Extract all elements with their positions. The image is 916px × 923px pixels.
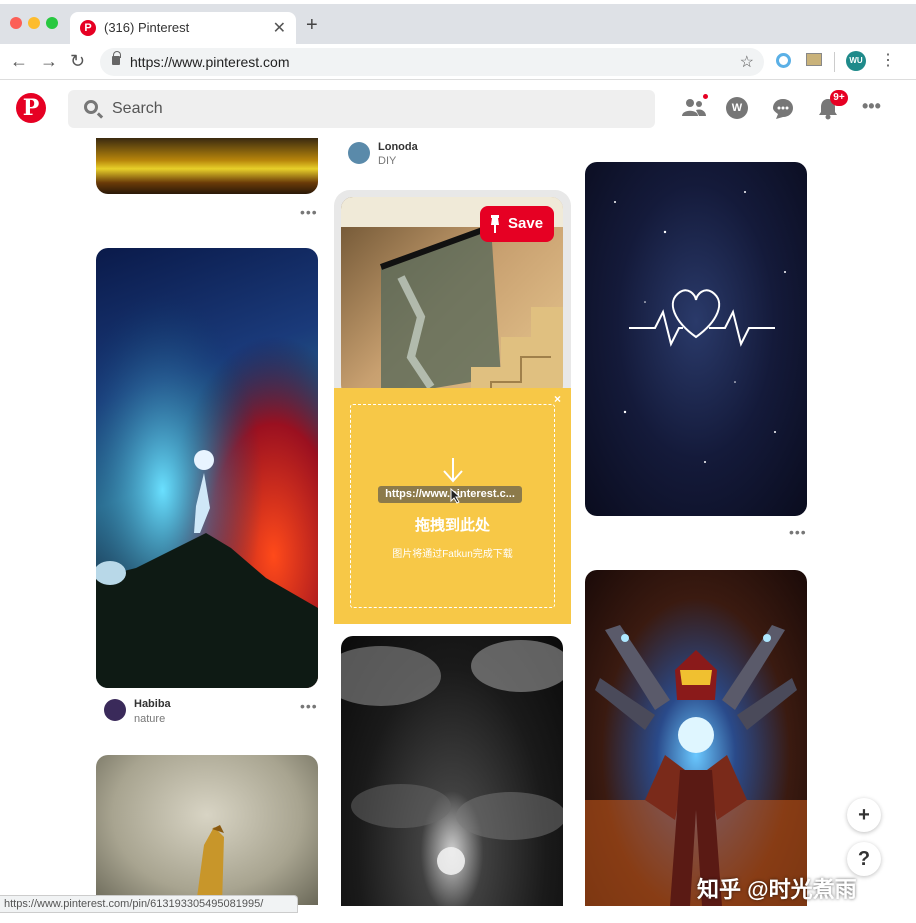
notification-badge: 9+ <box>830 90 848 106</box>
pinterest-logo-icon[interactable]: P <box>16 93 46 123</box>
drop-zone-title: 拖拽到此处 <box>414 517 490 534</box>
habiba-avatar[interactable] <box>104 699 126 721</box>
address-bar[interactable]: https://www.pinterest.com ☆ <box>100 48 764 76</box>
pin-user-name[interactable]: Lonoda <box>378 141 418 153</box>
tab-close-button[interactable]: ✕ <box>273 18 286 38</box>
add-pin-button[interactable]: + <box>847 798 881 832</box>
reload-icon[interactable]: ↻ <box>70 51 85 72</box>
pinterest-header: P Search <box>0 80 916 138</box>
download-arrow-icon <box>443 458 463 483</box>
minimize-window-button[interactable] <box>28 17 40 29</box>
save-button-label: Save <box>508 215 544 232</box>
lonoda-avatar[interactable] <box>348 142 370 164</box>
toolbar-divider <box>834 52 835 72</box>
drop-zone-close-button[interactable]: × <box>554 392 561 406</box>
browser-toolbar: ← → ↻ https://www.pinterest.com ☆ WU ⋮ <box>0 44 916 80</box>
lock-icon <box>112 51 121 65</box>
zhihu-watermark: 知乎 @时光煮雨 <box>697 877 857 902</box>
url-text: https://www.pinterest.com <box>130 54 290 70</box>
pin-mountain-moon[interactable] <box>96 248 318 688</box>
profile-avatar[interactable]: W <box>726 97 748 119</box>
tab-strip: P (316) Pinterest ✕ + <box>0 4 916 44</box>
search-icon <box>84 100 98 114</box>
pin-dark-clouds[interactable] <box>341 636 563 906</box>
maximize-window-button[interactable] <box>46 17 58 29</box>
search-input[interactable]: Search <box>68 90 655 128</box>
browser-menu-icon[interactable]: ⋮ <box>880 50 896 70</box>
save-button[interactable]: Save <box>480 206 554 242</box>
pin-heartbeat-galaxy[interactable] <box>585 162 807 516</box>
drop-zone-subtitle: 图片将通过Fatkun完成下载 <box>392 549 513 560</box>
drop-zone-border <box>350 404 555 608</box>
close-window-button[interactable] <box>10 17 22 29</box>
pinterest-favicon-icon: P <box>80 20 96 36</box>
fatkun-drop-zone[interactable] <box>334 388 571 624</box>
fatkun-extension-icon[interactable] <box>806 53 822 66</box>
browser-profile-avatar[interactable]: WU <box>846 51 866 71</box>
link-status-bar: https://www.pinterest.com/pin/6131933054… <box>0 895 298 913</box>
pin-iron-man[interactable] <box>585 570 807 906</box>
new-tab-button[interactable]: + <box>306 14 318 37</box>
pin-golden-bird[interactable] <box>96 755 318 905</box>
help-button[interactable]: ? <box>847 842 881 876</box>
pin-more-icon[interactable]: ••• <box>789 524 807 540</box>
pin-board-name[interactable]: DIY <box>378 155 396 167</box>
browser-window: P (316) Pinterest ✕ + ← → ↻ https://www.… <box>0 0 916 923</box>
forward-arrow-icon[interactable]: → <box>40 51 58 72</box>
pin-more-icon[interactable]: ••• <box>300 204 318 220</box>
tab-title: (316) Pinterest <box>104 20 190 35</box>
search-placeholder: Search <box>112 100 163 117</box>
more-options-icon[interactable]: ••• <box>862 96 881 117</box>
pin-user-name[interactable]: Habiba <box>134 698 171 710</box>
activity-dot <box>703 94 708 99</box>
pushpin-icon <box>491 215 499 233</box>
back-arrow-icon[interactable]: ← <box>10 51 28 72</box>
pin-more-icon[interactable]: ••• <box>300 698 318 714</box>
messages-icon[interactable] <box>772 98 794 120</box>
tab-pinterest[interactable]: P (316) Pinterest ✕ <box>70 12 296 44</box>
extension-ring-icon[interactable] <box>776 53 791 68</box>
pin-fantasy-forest[interactable] <box>96 138 318 194</box>
pin-board-name[interactable]: nature <box>134 713 165 725</box>
mouse-cursor-icon <box>450 488 462 504</box>
bookmark-star-icon[interactable]: ☆ <box>740 52 754 72</box>
people-icon[interactable] <box>682 98 706 118</box>
